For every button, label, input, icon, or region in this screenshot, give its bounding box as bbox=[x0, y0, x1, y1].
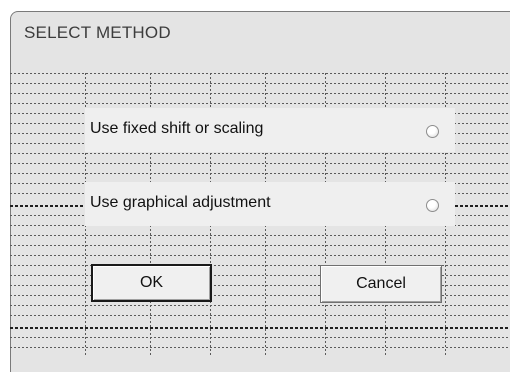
ok-button[interactable]: OK bbox=[91, 264, 212, 302]
dialog-title: SELECT METHOD bbox=[24, 23, 171, 42]
option-row-fixed-shift[interactable]: Use fixed shift or scaling bbox=[85, 108, 455, 152]
option-label-graphical: Use graphical adjustment bbox=[90, 194, 271, 211]
cancel-button[interactable]: Cancel bbox=[320, 265, 442, 303]
radio-fixed-shift[interactable] bbox=[426, 125, 439, 138]
radio-graphical[interactable] bbox=[426, 199, 439, 212]
option-label-fixed-shift: Use fixed shift or scaling bbox=[90, 120, 264, 137]
option-row-graphical[interactable]: Use graphical adjustment bbox=[85, 182, 455, 226]
